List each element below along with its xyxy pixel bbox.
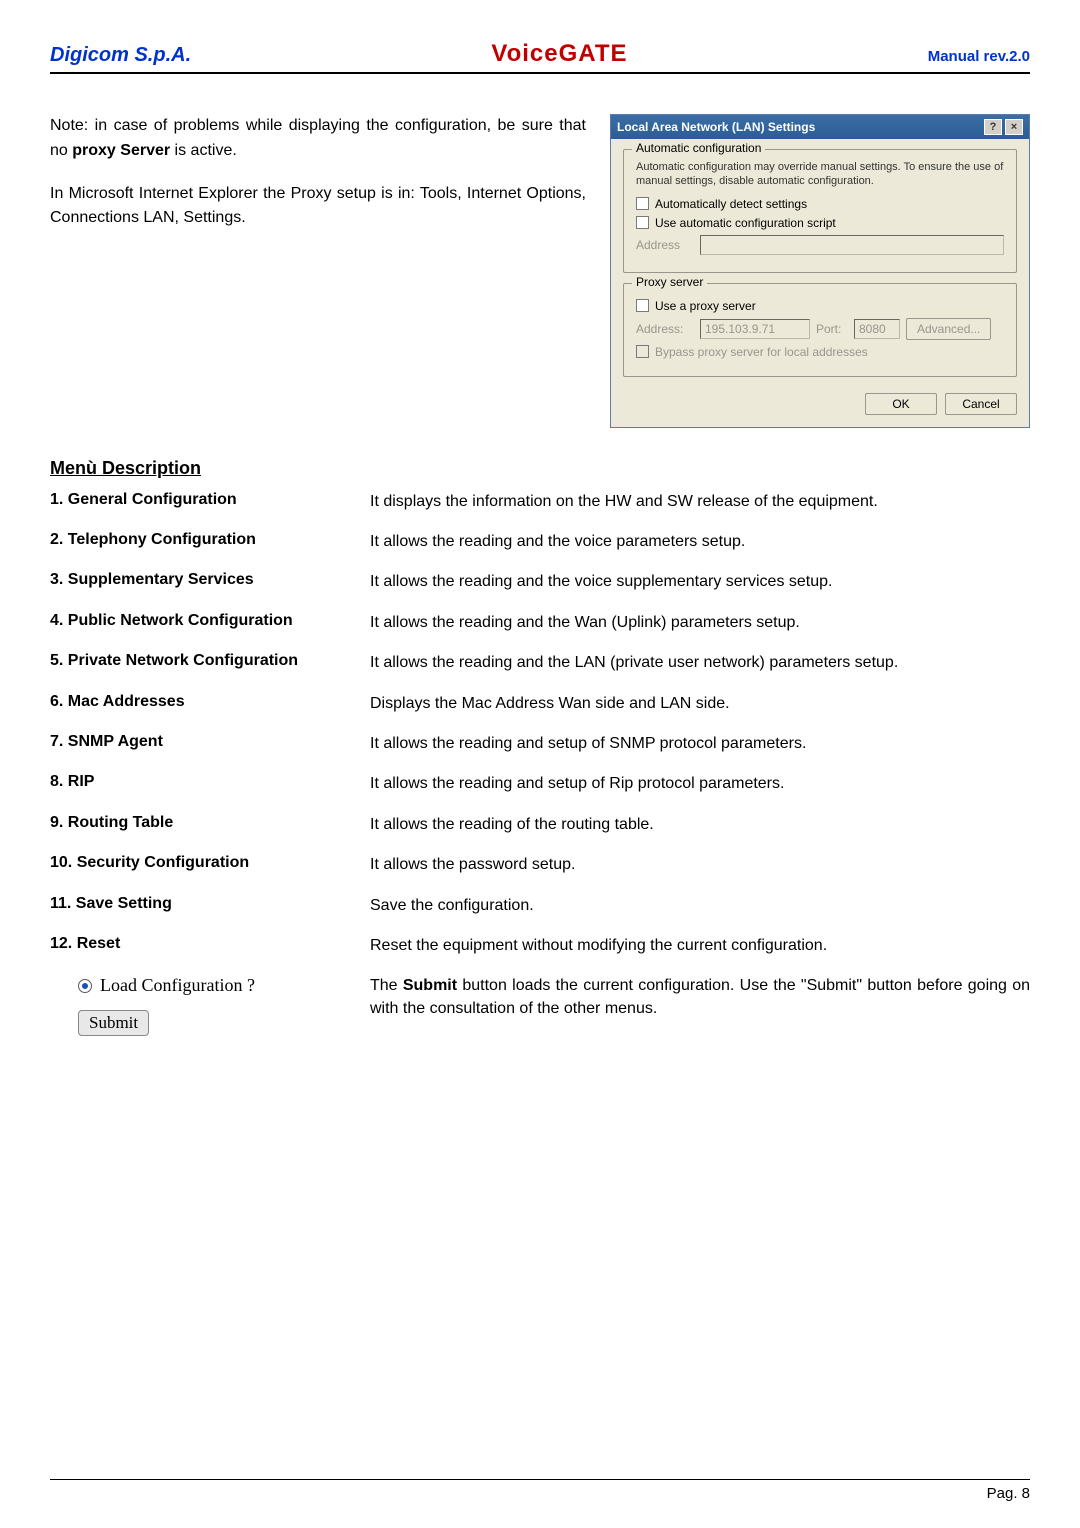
menu-description-list: 1. General Configuration It displays the… (50, 491, 1030, 1037)
menu-item-desc: It allows the reading and setup of Rip p… (370, 773, 1030, 795)
help-icon[interactable]: ? (984, 119, 1002, 135)
group-proxy-legend: Proxy server (632, 275, 707, 289)
menu-row: 1. General Configuration It displays the… (50, 491, 1030, 513)
product-name: VoiceGATE (491, 40, 627, 68)
cancel-button[interactable]: Cancel (945, 393, 1017, 415)
menu-row: 10. Security Configuration It allows the… (50, 854, 1030, 876)
menu-row: 12. Reset Reset the equipment without mo… (50, 935, 1030, 957)
menu-row: 9. Routing Table It allows the reading o… (50, 814, 1030, 836)
menu-item-label: 8. RIP (50, 773, 370, 791)
menu-item-label: 4. Public Network Configuration (50, 612, 370, 630)
cb-bypass-row[interactable]: Bypass proxy server for local addresses (636, 345, 1004, 359)
load-config-radio[interactable]: Load Configuration ? (78, 975, 370, 996)
menu-item-desc: It allows the reading and the Wan (Uplin… (370, 612, 1030, 634)
menu-item-label: 9. Routing Table (50, 814, 370, 832)
proxy-addr-input[interactable]: 195.103.9.71 (700, 319, 810, 339)
cb-auto-script-label: Use automatic configuration script (655, 216, 836, 230)
auto-address-row: Address (636, 235, 1004, 255)
radio-icon[interactable] (78, 979, 92, 993)
menu-item-label: 5. Private Network Configuration (50, 652, 370, 670)
menu-item-label: 6. Mac Addresses (50, 693, 370, 711)
menu-item-desc: It allows the reading and setup of SNMP … (370, 733, 1030, 755)
checkbox-icon[interactable] (636, 345, 649, 358)
checkbox-icon[interactable] (636, 299, 649, 312)
group-auto-legend: Automatic configuration (632, 141, 765, 155)
menu-item-label: 10. Security Configuration (50, 854, 370, 872)
menu-item-desc: It allows the reading and the voice para… (370, 531, 1030, 553)
submit-button[interactable]: Submit (78, 1010, 149, 1036)
intro-p2: In Microsoft Internet Explorer the Proxy… (50, 182, 586, 232)
menu-item-label: 3. Supplementary Services (50, 571, 370, 589)
titlebar-icons: ? × (984, 119, 1023, 135)
menu-description-heading: Menù Description (50, 458, 1030, 479)
menu-item-label: 1. General Configuration (50, 491, 370, 509)
menu-item-desc: It allows the reading and the voice supp… (370, 571, 1030, 593)
intro-p1-bold: proxy Server (72, 142, 170, 159)
checkbox-icon[interactable] (636, 197, 649, 210)
cb-use-proxy-label: Use a proxy server (655, 299, 756, 313)
menu-item-label: 11. Save Setting (50, 895, 370, 913)
menu-item-desc: It allows the reading of the routing tab… (370, 814, 1030, 836)
load-config-label: Load Configuration ? (100, 975, 255, 996)
manual-rev: Manual rev.2.0 (928, 48, 1030, 65)
menu-row: 4. Public Network Configuration It allow… (50, 612, 1030, 634)
menu-item-desc: It displays the information on the HW an… (370, 491, 1030, 513)
cb-use-proxy-row[interactable]: Use a proxy server (636, 299, 1004, 313)
menu-row: 11. Save Setting Save the configuration. (50, 895, 1030, 917)
brand-left: Digicom S.p.A. (50, 44, 191, 67)
ok-button[interactable]: OK (865, 393, 937, 415)
intro-p1-post: is active. (170, 142, 237, 159)
auto-address-input[interactable] (700, 235, 1004, 255)
dialog-buttons: OK Cancel (623, 387, 1017, 415)
page-header: Digicom S.p.A. VoiceGATE Manual rev.2.0 (50, 40, 1030, 68)
cb-auto-detect-label: Automatically detect settings (655, 197, 807, 211)
menu-item-desc: Reset the equipment without modifying th… (370, 935, 1030, 957)
menu-item-desc: Save the configuration. (370, 895, 1030, 917)
cb-auto-detect-row[interactable]: Automatically detect settings (636, 197, 1004, 211)
load-config-desc: The Submit button loads the current conf… (370, 975, 1030, 1020)
menu-row: 6. Mac Addresses Displays the Mac Addres… (50, 693, 1030, 715)
header-rule (50, 72, 1030, 74)
menu-item-label: 2. Telephony Configuration (50, 531, 370, 549)
load-left: Load Configuration ? Submit (50, 975, 370, 1036)
proxy-addr-label: Address: (636, 322, 694, 336)
menu-item-desc: It allows the password setup. (370, 854, 1030, 876)
footer-rule (50, 1479, 1030, 1480)
dialog-title: Local Area Network (LAN) Settings (617, 120, 815, 134)
page-number: Pag. 8 (987, 1485, 1030, 1502)
dialog-body: Automatic configuration Automatic config… (611, 139, 1029, 427)
menu-item-desc: Displays the Mac Address Wan side and LA… (370, 693, 1030, 715)
intro-text: Note: in case of problems while displayi… (50, 114, 586, 428)
advanced-button[interactable]: Advanced... (906, 318, 991, 340)
dialog-titlebar: Local Area Network (LAN) Settings ? × (611, 115, 1029, 139)
checkbox-icon[interactable] (636, 216, 649, 229)
group-proxy: Proxy server Use a proxy server Address:… (623, 283, 1017, 377)
cb-bypass-label: Bypass proxy server for local addresses (655, 345, 868, 359)
auto-help: Automatic configuration may override man… (636, 160, 1004, 189)
group-auto-config: Automatic configuration Automatic config… (623, 149, 1017, 273)
load-desc-bold: Submit (403, 977, 457, 994)
load-desc-pre: The (370, 977, 403, 994)
cb-auto-script-row[interactable]: Use automatic configuration script (636, 216, 1004, 230)
menu-row: 8. RIP It allows the reading and setup o… (50, 773, 1030, 795)
intro-row: Note: in case of problems while displayi… (50, 114, 1030, 428)
menu-row: 5. Private Network Configuration It allo… (50, 652, 1030, 674)
load-config-row: Load Configuration ? Submit The Submit b… (50, 975, 1030, 1036)
load-desc-post: button loads the current configuration. … (370, 977, 1030, 1016)
menu-row: 2. Telephony Configuration It allows the… (50, 531, 1030, 553)
intro-p1: Note: in case of problems while displayi… (50, 114, 586, 164)
proxy-port-input[interactable]: 8080 (854, 319, 900, 339)
menu-row: 3. Supplementary Services It allows the … (50, 571, 1030, 593)
auto-address-label: Address (636, 238, 694, 252)
menu-item-label: 7. SNMP Agent (50, 733, 370, 751)
proxy-address-row: Address: 195.103.9.71 Port: 8080 Advance… (636, 318, 1004, 340)
close-icon[interactable]: × (1005, 119, 1023, 135)
menu-item-desc: It allows the reading and the LAN (priva… (370, 652, 1030, 674)
menu-item-label: 12. Reset (50, 935, 370, 953)
radio-dot (82, 983, 88, 989)
menu-row: 7. SNMP Agent It allows the reading and … (50, 733, 1030, 755)
lan-settings-dialog: Local Area Network (LAN) Settings ? × Au… (610, 114, 1030, 428)
proxy-port-label: Port: (816, 322, 848, 336)
